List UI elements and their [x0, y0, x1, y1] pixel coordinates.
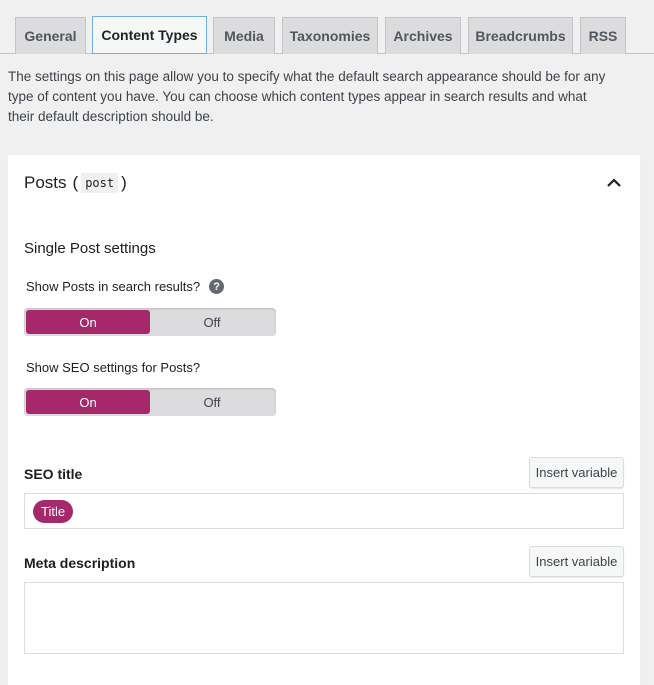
meta-description-insert-variable-button[interactable]: Insert variable [529, 546, 624, 577]
post-type-name: Posts [24, 173, 67, 192]
show-in-search-toggle[interactable]: On Off [24, 308, 276, 336]
seo-title-insert-variable-button[interactable]: Insert variable [529, 457, 624, 488]
meta-description-label: Meta description [24, 555, 136, 571]
help-icon[interactable]: ? [209, 279, 225, 294]
card-title: Posts ( post ) [24, 173, 127, 193]
seo-title-label: SEO title [24, 466, 83, 482]
tab-media[interactable]: Media [213, 17, 275, 54]
post-type-slug: post [81, 173, 119, 193]
chevron-up-icon[interactable] [604, 173, 624, 193]
toggle-on-option[interactable]: On [26, 390, 150, 414]
tab-taxonomies[interactable]: Taxonomies [282, 17, 378, 54]
tab-general[interactable]: General [15, 17, 86, 54]
show-seo-settings-toggle[interactable]: On Off [24, 388, 276, 416]
meta-description-input[interactable] [24, 582, 624, 654]
tab-content-types[interactable]: Content Types [92, 16, 207, 54]
posts-settings-card: Posts ( post ) Single Post settings Show… [8, 155, 640, 685]
show-seo-settings-label: Show SEO settings for Posts? [26, 360, 200, 375]
toggle-off-option[interactable]: Off [150, 310, 274, 334]
show-in-search-label-text: Show Posts in search results? [26, 279, 201, 294]
intro-description: The settings on this page allow you to s… [8, 69, 606, 124]
show-seo-settings-label-text: Show SEO settings for Posts? [26, 360, 201, 375]
open-paren: ( [72, 173, 79, 192]
tab-rss[interactable]: RSS [580, 17, 626, 54]
settings-tabs: General Content Types Media Taxonomies A… [0, 0, 654, 54]
toggle-on-option[interactable]: On [26, 310, 150, 334]
close-paren: ) [121, 173, 127, 192]
section-heading: Single Post settings [24, 240, 156, 257]
tab-breadcrumbs[interactable]: Breadcrumbs [468, 17, 573, 54]
title-variable-pill[interactable]: Title [33, 500, 74, 523]
show-in-search-label: Show Posts in search results? ? [26, 279, 225, 294]
seo-title-input[interactable]: Title [24, 493, 624, 529]
tab-archives[interactable]: Archives [385, 17, 461, 54]
toggle-off-option[interactable]: Off [150, 390, 274, 414]
